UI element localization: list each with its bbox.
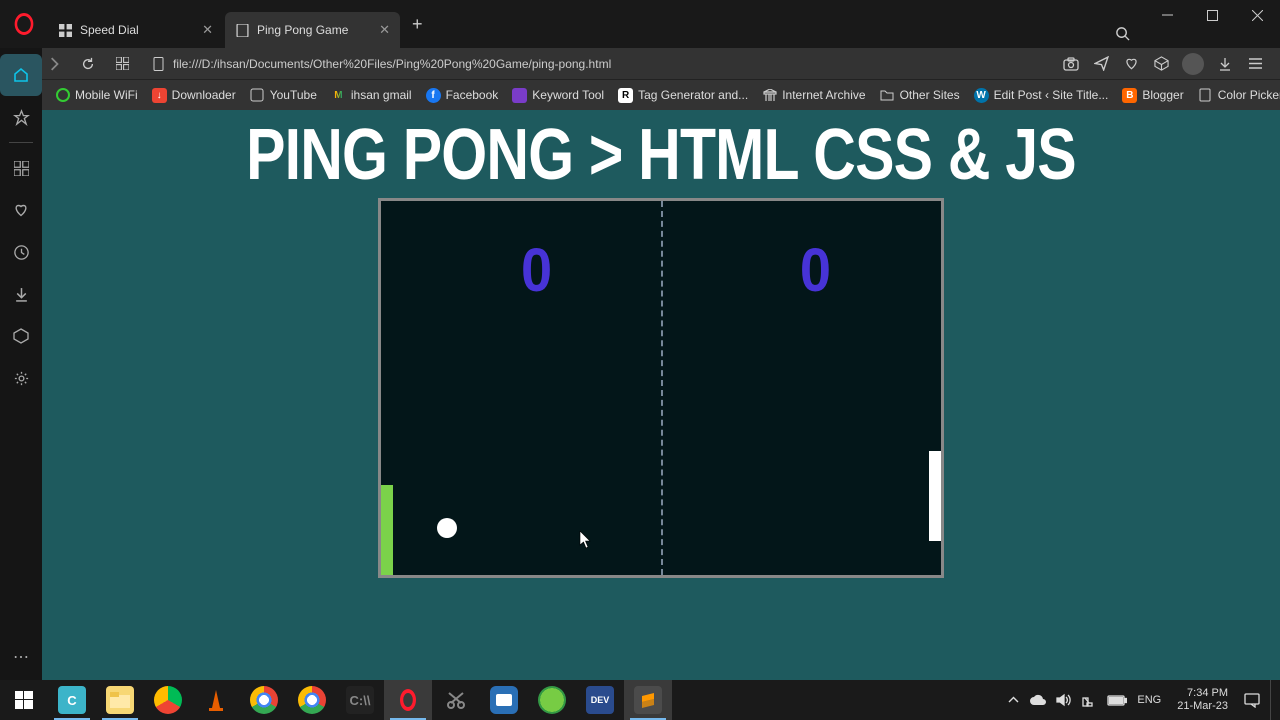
taskbar-explorer[interactable] — [96, 680, 144, 720]
sidebar-downloads-icon[interactable] — [0, 273, 42, 315]
search-tabs-icon[interactable] — [1100, 18, 1145, 48]
easy-setup-icon[interactable] — [1246, 55, 1264, 73]
bookmark-internet-archive[interactable]: Internet Archive — [762, 88, 865, 103]
heart-icon[interactable] — [1122, 55, 1140, 73]
page-title: PING PONG > HTML CSS & JS — [246, 114, 1076, 196]
sidebar-extensions-icon[interactable] — [0, 315, 42, 357]
right-paddle — [929, 451, 941, 541]
taskbar-screen-recorder[interactable] — [480, 680, 528, 720]
profile-avatar[interactable] — [1182, 53, 1204, 75]
taskbar-sublime[interactable] — [624, 680, 672, 720]
show-desktop-button[interactable] — [1270, 680, 1276, 720]
tab-speed-dial[interactable]: Speed Dial ✕ — [48, 12, 223, 48]
tabs-row: Speed Dial ✕ Ping Pong Game ✕ + — [48, 0, 1100, 48]
taskbar-camtasia[interactable]: C — [48, 680, 96, 720]
bookmark-facebook[interactable]: fFacebook — [426, 88, 499, 103]
sidebar-history-icon[interactable] — [0, 231, 42, 273]
taskbar-snipping[interactable] — [432, 680, 480, 720]
archive-icon — [762, 88, 777, 103]
taskbar-terminal[interactable]: C:\\ — [336, 680, 384, 720]
bookmark-color-picker[interactable]: Color Picker — [1198, 88, 1280, 103]
start-button[interactable] — [0, 680, 48, 720]
taskbar-chrome[interactable] — [240, 680, 288, 720]
close-icon[interactable]: ✕ — [202, 22, 213, 38]
net-line — [661, 201, 663, 575]
tray-onedrive-icon[interactable] — [1029, 694, 1046, 706]
new-tab-button[interactable]: + — [402, 14, 433, 35]
folder-icon — [880, 88, 895, 103]
opera-sidebar: ⋯ — [0, 48, 42, 680]
bookmark-downloader[interactable]: ↓Downloader — [152, 88, 236, 103]
tab-label: Ping Pong Game — [257, 23, 348, 37]
bookmark-other-sites[interactable]: Other Sites — [880, 88, 960, 103]
bookmark-wordpress[interactable]: WEdit Post ‹ Site Title... — [974, 88, 1109, 103]
left-paddle — [381, 485, 393, 575]
tray-notifications-icon[interactable] — [1244, 693, 1260, 708]
browser-titlebar: Speed Dial ✕ Ping Pong Game ✕ + — [0, 0, 1280, 48]
bookmark-gmail[interactable]: Mihsan gmail — [331, 88, 412, 103]
tray-chevron-up-icon[interactable] — [1008, 696, 1019, 704]
taskbar-chrome-canary[interactable] — [144, 680, 192, 720]
sidebar-more-icon[interactable]: ⋯ — [0, 642, 42, 672]
opera-logo-icon[interactable] — [0, 0, 48, 48]
tab-ping-pong[interactable]: Ping Pong Game ✕ — [225, 12, 400, 48]
cube-icon[interactable] — [1152, 55, 1170, 73]
url-text: file:///D:/ihsan/Documents/Other%20Files… — [173, 57, 611, 71]
minimize-button[interactable] — [1145, 0, 1190, 30]
reload-button[interactable] — [76, 52, 100, 76]
close-window-button[interactable] — [1235, 0, 1280, 30]
score-left: 0 — [521, 234, 552, 306]
maximize-button[interactable] — [1190, 0, 1235, 30]
sidebar-settings-icon[interactable] — [0, 357, 42, 399]
taskbar-apps: C C:\\ DEV — [0, 680, 672, 720]
close-icon[interactable]: ✕ — [379, 22, 390, 38]
taskbar-vlc[interactable] — [192, 680, 240, 720]
send-icon[interactable] — [1092, 55, 1110, 73]
page-content: PING PONG > HTML CSS & JS 0 0 — [42, 110, 1280, 680]
page-icon — [1198, 88, 1213, 103]
tab-label: Speed Dial — [80, 23, 139, 37]
taskbar-chrome-2[interactable] — [288, 680, 336, 720]
taskbar-opera[interactable] — [384, 680, 432, 720]
url-box[interactable]: file:///D:/ihsan/Documents/Other%20Files… — [144, 57, 1052, 71]
tray-language[interactable]: ENG — [1137, 694, 1161, 706]
page-file-icon — [152, 57, 165, 71]
apps-icon[interactable] — [110, 52, 134, 76]
bookmarks-bar: Mobile WiFi ↓Downloader YouTube Mihsan g… — [0, 80, 1280, 110]
bookmark-youtube[interactable]: YouTube — [250, 88, 317, 103]
tray-clock[interactable]: 7:34 PM 21-Mar-23 — [1171, 687, 1234, 713]
sidebar-bookmarks-icon[interactable] — [0, 96, 42, 138]
snapshot-icon[interactable] — [1062, 55, 1080, 73]
gmail-icon: M — [331, 88, 346, 103]
bookmark-tag-generator[interactable]: RTag Generator and... — [618, 88, 748, 103]
sidebar-heart-icon[interactable] — [0, 189, 42, 231]
tray-volume-icon[interactable] — [1056, 693, 1072, 707]
tray-battery-icon[interactable] — [1107, 695, 1127, 706]
forward-button[interactable] — [42, 52, 66, 76]
pong-game-canvas[interactable]: 0 0 — [378, 198, 944, 578]
taskbar-devcpp[interactable]: DEV — [576, 680, 624, 720]
cursor-icon — [579, 531, 593, 549]
address-bar: file:///D:/ihsan/Documents/Other%20Files… — [0, 48, 1280, 80]
window-controls — [1145, 0, 1280, 48]
sidebar-speed-dial-icon[interactable] — [0, 147, 42, 189]
downloads-icon[interactable] — [1216, 55, 1234, 73]
tray-network-icon[interactable] — [1082, 694, 1097, 707]
bookmark-blogger[interactable]: BBlogger — [1122, 88, 1183, 103]
ball — [437, 518, 457, 538]
speed-dial-icon — [58, 23, 72, 37]
score-right: 0 — [800, 234, 831, 306]
sidebar-home-icon[interactable] — [0, 54, 42, 96]
taskbar-tray: ENG 7:34 PM 21-Mar-23 — [1008, 680, 1280, 720]
windows-taskbar: C C:\\ DEV ENG 7:34 PM 21-Mar-23 — [0, 680, 1280, 720]
bookmark-mobile-wifi[interactable]: Mobile WiFi — [56, 88, 138, 102]
bookmark-keyword-tool[interactable]: Keyword Tool — [512, 88, 604, 103]
youtube-icon — [250, 88, 265, 103]
address-bar-actions — [1062, 53, 1272, 75]
taskbar-idm[interactable] — [528, 680, 576, 720]
page-icon — [235, 23, 249, 37]
